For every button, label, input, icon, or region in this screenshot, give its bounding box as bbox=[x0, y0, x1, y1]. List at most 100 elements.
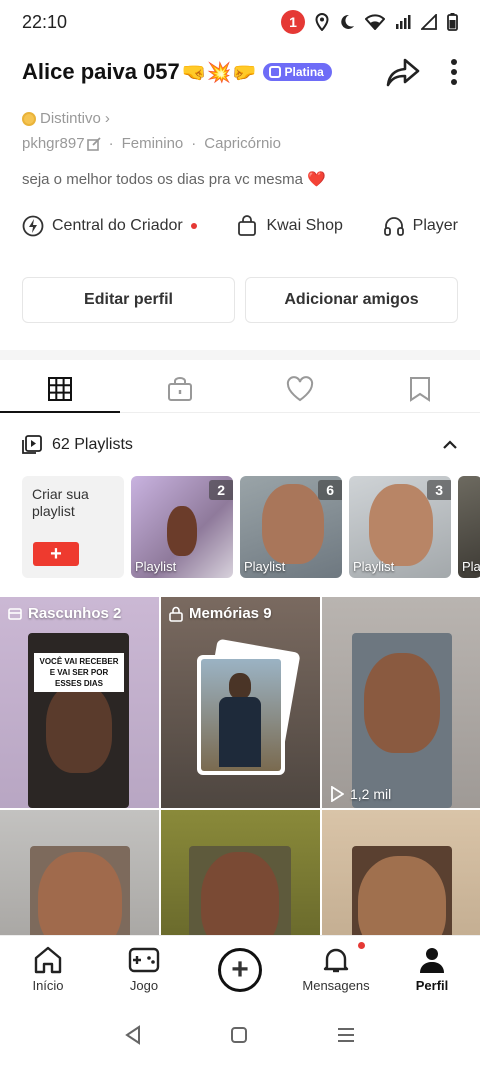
recents-icon[interactable] bbox=[336, 1027, 356, 1043]
playlist-card[interactable]: 3 Playlist bbox=[349, 476, 451, 578]
bag-icon bbox=[238, 215, 257, 236]
playlist-thumbnail bbox=[369, 484, 433, 566]
kwai-shop-link[interactable]: Kwai Shop bbox=[236, 215, 343, 237]
tab-saved[interactable] bbox=[360, 365, 480, 412]
status-time: 22:10 bbox=[22, 11, 68, 32]
grid-icon bbox=[48, 376, 72, 401]
playlists-header[interactable]: 62 Playlists bbox=[22, 430, 458, 460]
playlists-count: 62 Playlists bbox=[52, 436, 133, 453]
system-nav-bar bbox=[0, 1003, 480, 1066]
nav-messages[interactable]: Mensagens bbox=[288, 936, 384, 1003]
more-options-icon[interactable] bbox=[450, 58, 458, 86]
tab-private[interactable] bbox=[120, 365, 240, 412]
profile-handle: pkhgr897 bbox=[22, 135, 85, 152]
signal-icon bbox=[396, 15, 411, 29]
edit-profile-button[interactable]: Editar perfil bbox=[22, 277, 235, 323]
video-views: 1,2 mil bbox=[330, 786, 391, 802]
playlist-count: 6 bbox=[318, 480, 342, 500]
distintivo-icon bbox=[22, 111, 36, 126]
profile-icon bbox=[420, 948, 444, 973]
video-cell[interactable] bbox=[161, 810, 320, 939]
video-thumbnail bbox=[352, 633, 452, 808]
video-thumbnail bbox=[189, 846, 291, 939]
memories-thumbnail bbox=[201, 659, 281, 771]
profile-name: Alice paiva 057 bbox=[22, 59, 180, 84]
playlist-label: Playlist bbox=[135, 559, 177, 574]
creator-center-link[interactable]: Central do Criador bbox=[22, 215, 197, 237]
kwai-shop-label: Kwai Shop bbox=[266, 217, 343, 234]
distintivo-link[interactable]: Distintivo › bbox=[22, 110, 110, 127]
status-icons: 1 bbox=[281, 10, 458, 34]
playlist-label: Playlist bbox=[244, 559, 286, 574]
play-icon bbox=[331, 786, 344, 802]
drafts-cell[interactable]: VOCÊ VAI RECEBER E VAI SER POR ESSES DIA… bbox=[0, 597, 159, 808]
bell-icon bbox=[323, 948, 349, 973]
signal-empty-icon bbox=[421, 14, 437, 30]
content-tabs bbox=[0, 365, 480, 413]
profile-sign: Capricórnio bbox=[204, 135, 281, 152]
create-playlist-label: Criar sua playlist bbox=[32, 486, 89, 519]
wifi-icon bbox=[365, 14, 385, 30]
lock-icon bbox=[169, 606, 183, 622]
edit-icon[interactable] bbox=[86, 136, 101, 151]
nav-home[interactable]: Início bbox=[0, 936, 96, 1003]
create-playlist-button[interactable]: + bbox=[33, 542, 79, 566]
create-playlist-card[interactable]: Criar sua playlist + bbox=[22, 476, 124, 578]
badge-icon bbox=[268, 66, 281, 78]
memories-label: Memórias 9 bbox=[189, 605, 272, 622]
playlist-label: Pla bbox=[462, 559, 480, 574]
home-button-icon[interactable] bbox=[230, 1026, 248, 1044]
thumbnail-face bbox=[46, 683, 112, 773]
section-divider bbox=[0, 350, 480, 360]
drafts-caption: VOCÊ VAI RECEBER E VAI SER POR ESSES DIA… bbox=[34, 653, 124, 692]
tab-posts[interactable] bbox=[0, 365, 120, 413]
platina-badge[interactable]: Platina bbox=[262, 63, 332, 81]
playlist-count: 2 bbox=[209, 480, 233, 500]
video-thumbnail bbox=[352, 846, 452, 939]
add-friends-button[interactable]: Adicionar amigos bbox=[245, 277, 458, 323]
creator-center-label: Central do Criador bbox=[52, 217, 183, 234]
tab-liked[interactable] bbox=[240, 365, 360, 412]
video-cell[interactable] bbox=[322, 810, 480, 939]
nav-profile[interactable]: Perfil bbox=[384, 936, 480, 1003]
playlist-card[interactable]: Pla bbox=[458, 476, 480, 578]
profile-buttons: Editar perfil Adicionar amigos bbox=[22, 277, 458, 323]
bolt-icon bbox=[22, 215, 44, 237]
messages-notification-dot bbox=[358, 942, 365, 949]
quick-links: Central do Criador Kwai Shop Player bbox=[22, 208, 458, 244]
drafts-icon bbox=[8, 607, 22, 620]
lock-icon bbox=[168, 376, 192, 401]
playlist-thumbnail bbox=[262, 484, 324, 564]
share-icon[interactable] bbox=[386, 57, 420, 87]
header-actions bbox=[386, 57, 458, 87]
location-icon bbox=[315, 13, 329, 31]
playlist-icon bbox=[22, 435, 42, 454]
video-thumbnail bbox=[30, 846, 130, 939]
playlists-row: Criar sua playlist + 2 Playlist 6 Playli… bbox=[22, 476, 480, 578]
moon-icon bbox=[341, 14, 354, 29]
creator-notification-dot bbox=[190, 223, 197, 229]
video-cell[interactable] bbox=[0, 810, 159, 939]
nav-game[interactable]: Jogo bbox=[96, 936, 192, 1003]
profile-meta: pkhgr897 · Feminino · Capricórnio bbox=[22, 135, 281, 152]
nav-create[interactable]: + bbox=[192, 936, 288, 1003]
profile-header: Alice paiva 057 🤜💥🤛 Platina bbox=[22, 50, 458, 94]
playlist-card[interactable]: 6 Playlist bbox=[240, 476, 342, 578]
back-icon[interactable] bbox=[124, 1024, 142, 1045]
nav-profile-label: Perfil bbox=[415, 978, 449, 993]
battery-icon bbox=[447, 13, 458, 31]
memories-cell[interactable]: Memórias 9 bbox=[161, 597, 320, 808]
video-cell[interactable]: 1,2 mil bbox=[322, 597, 480, 808]
player-link[interactable]: Player bbox=[383, 215, 458, 237]
home-icon bbox=[34, 946, 62, 974]
separator-dot: · bbox=[108, 135, 114, 152]
chevron-up-icon[interactable] bbox=[442, 440, 458, 450]
create-button[interactable]: + bbox=[218, 947, 262, 992]
gamepad-icon bbox=[128, 947, 160, 973]
playlist-card[interactable]: 2 Playlist bbox=[131, 476, 233, 578]
video-views-count: 1,2 mil bbox=[350, 786, 392, 802]
video-grid: VOCÊ VAI RECEBER E VAI SER POR ESSES DIA… bbox=[0, 597, 480, 939]
status-bar: 22:10 1 bbox=[0, 0, 480, 44]
drafts-label: Rascunhos 2 bbox=[28, 605, 122, 622]
nav-messages-label: Mensagens bbox=[302, 978, 370, 993]
